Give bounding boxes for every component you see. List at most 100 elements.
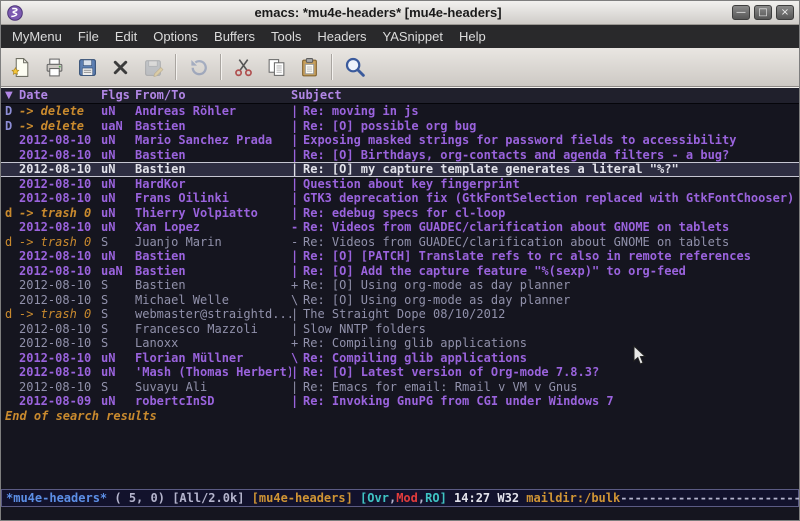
menu-tools[interactable]: Tools: [263, 25, 309, 48]
column-header-flags[interactable]: Flgs: [101, 88, 135, 103]
row-date: 2012-08-10: [19, 133, 101, 148]
toolbar-separator: [175, 54, 177, 80]
menu-file[interactable]: File: [70, 25, 107, 48]
print-icon: [44, 57, 65, 78]
row-from: Thierry Volpiatto: [135, 206, 291, 221]
toolbar-separator: [331, 54, 333, 80]
menu-yasnippet[interactable]: YASnippet: [374, 25, 450, 48]
row-thread-indicator: -: [291, 220, 303, 235]
row-from: robertcInSD: [135, 394, 291, 409]
message-row[interactable]: 2012-08-10uNMario Sanchez Prada|Exposing…: [1, 133, 799, 148]
toolbar: [1, 48, 799, 87]
row-thread-indicator: +: [291, 336, 303, 351]
column-header-subject[interactable]: Subject: [291, 88, 799, 103]
menu-help[interactable]: Help: [451, 25, 494, 48]
message-row[interactable]: 2012-08-10uNBastien|Re: [O] my capture t…: [1, 162, 799, 177]
row-from: webmaster@straightd...: [135, 307, 291, 322]
row-flags: S: [101, 322, 135, 337]
menu-options[interactable]: Options: [145, 25, 206, 48]
menu-edit[interactable]: Edit: [107, 25, 145, 48]
toolbar-separator: [220, 54, 222, 80]
message-row[interactable]: 2012-08-10uNFrans Oilinki|GTK3 deprecati…: [1, 191, 799, 206]
toolbar-cut-button[interactable]: [228, 52, 259, 83]
row-from: Bastien: [135, 148, 291, 163]
row-from: Xan Lopez: [135, 220, 291, 235]
toolbar-save-button[interactable]: [72, 52, 103, 83]
sort-descending-icon[interactable]: ▼: [5, 88, 19, 103]
maximize-button[interactable]: □: [754, 5, 772, 20]
message-row[interactable]: 2012-08-10uNBastien|Re: [O] [PATCH] Tran…: [1, 249, 799, 264]
mode-line[interactable]: *mu4e-headers* ( 5, 0) [All/2.0k] [mu4e-…: [1, 489, 799, 507]
column-header-from[interactable]: From/To: [135, 88, 291, 103]
titlebar[interactable]: emacs: *mu4e-headers* [mu4e-headers] — □…: [1, 1, 799, 25]
toolbar-copy-button[interactable]: [261, 52, 292, 83]
row-date: 2012-08-10: [19, 365, 101, 380]
modeline-bracket-close: ]: [440, 491, 454, 505]
end-of-results-text: End of search results: [1, 409, 799, 424]
message-row[interactable]: 2012-08-10SFrancesco Mazzoli|Slow NNTP f…: [1, 322, 799, 337]
row-date: 2012-08-10: [19, 191, 101, 206]
toolbar-new-file-button[interactable]: [6, 52, 37, 83]
row-from: Bastien: [135, 119, 291, 134]
row-mark: [5, 351, 19, 366]
modeline-major-mode: [mu4e-headers]: [252, 491, 353, 505]
row-date: 2012-08-10: [19, 336, 101, 351]
row-subject: Re: moving in js: [303, 104, 799, 119]
row-subject: Re: Compiling glib applications: [303, 336, 799, 351]
row-date: -> trash 0: [19, 235, 101, 250]
paste-icon: [299, 57, 320, 78]
row-mark: [5, 264, 19, 279]
column-header-date[interactable]: Date: [19, 88, 101, 103]
message-row[interactable]: 2012-08-10SBastien+Re: [O] Using org-mod…: [1, 278, 799, 293]
modeline-size: [All/2.0k]: [172, 491, 251, 505]
row-flags: S: [101, 235, 135, 250]
menu-buffers[interactable]: Buffers: [206, 25, 263, 48]
echo-area[interactable]: [1, 507, 799, 520]
message-row[interactable]: 2012-08-10uN'Mash (Thomas Herbert)|Re: […: [1, 365, 799, 380]
row-flags: uN: [101, 162, 135, 177]
close-button[interactable]: ×: [776, 5, 794, 20]
message-row[interactable]: 2012-08-10uNFlorian Müllner\Re: Compilin…: [1, 351, 799, 366]
minimize-button[interactable]: —: [732, 5, 750, 20]
menu-mymenu[interactable]: MyMenu: [4, 25, 70, 48]
row-flags: uN: [101, 220, 135, 235]
toolbar-search-button[interactable]: [339, 52, 370, 83]
modeline-comma2: ,: [418, 491, 425, 505]
row-from: Bastien: [135, 264, 291, 279]
message-row[interactable]: d-> trash 0Swebmaster@straightd...|The S…: [1, 307, 799, 322]
toolbar-close-button[interactable]: [105, 52, 136, 83]
row-thread-indicator: |: [291, 119, 303, 134]
message-row[interactable]: 2012-08-10uaNBastien|Re: [O] Add the cap…: [1, 264, 799, 279]
message-row[interactable]: 2012-08-09uNrobertcInSD|Re: Invoking Gnu…: [1, 394, 799, 409]
row-from: Frans Oilinki: [135, 191, 291, 206]
new-file-icon: [11, 57, 32, 78]
message-row[interactable]: 2012-08-10SMichael Welle\Re: [O] Using o…: [1, 293, 799, 308]
row-subject: Re: edebug specs for cl-loop: [303, 206, 799, 221]
row-subject: Re: [O] Birthdays, org-contacts and agen…: [303, 148, 799, 163]
row-from: Lanoxx: [135, 336, 291, 351]
undo-icon: [188, 57, 209, 78]
message-row[interactable]: D-> deleteuNAndreas Röhler|Re: moving in…: [1, 104, 799, 119]
message-row[interactable]: 2012-08-10uNXan Lopez-Re: Videos from GU…: [1, 220, 799, 235]
message-row[interactable]: 2012-08-10SLanoxx+Re: Compiling glib app…: [1, 336, 799, 351]
row-mark: [5, 249, 19, 264]
row-subject: Slow NNTP folders: [303, 322, 799, 337]
row-date: 2012-08-10: [19, 278, 101, 293]
message-row[interactable]: D-> deleteuaNBastien|Re: [O] possible or…: [1, 119, 799, 134]
message-row[interactable]: d-> trash 0uNThierry Volpiatto|Re: edebu…: [1, 206, 799, 221]
window-title: emacs: *mu4e-headers* [mu4e-headers]: [24, 5, 732, 20]
row-flags: uaN: [101, 264, 135, 279]
modeline-comma1: ,: [389, 491, 396, 505]
message-row[interactable]: 2012-08-10SSuvayu Ali|Re: Emacs for emai…: [1, 380, 799, 395]
row-flags: uN: [101, 148, 135, 163]
row-thread-indicator: \: [291, 351, 303, 366]
toolbar-print-button[interactable]: [39, 52, 70, 83]
message-row[interactable]: d-> trash 0SJuanjo Marin-Re: Videos from…: [1, 235, 799, 250]
message-row[interactable]: 2012-08-10uNBastien|Re: [O] Birthdays, o…: [1, 148, 799, 163]
row-subject: Re: Videos from GUADEC/clarification abo…: [303, 235, 799, 250]
row-mark: d: [5, 307, 19, 322]
toolbar-paste-button[interactable]: [294, 52, 325, 83]
row-date: -> delete: [19, 104, 101, 119]
message-row[interactable]: 2012-08-10uNHardKor|Question about key f…: [1, 177, 799, 192]
menu-headers[interactable]: Headers: [309, 25, 374, 48]
